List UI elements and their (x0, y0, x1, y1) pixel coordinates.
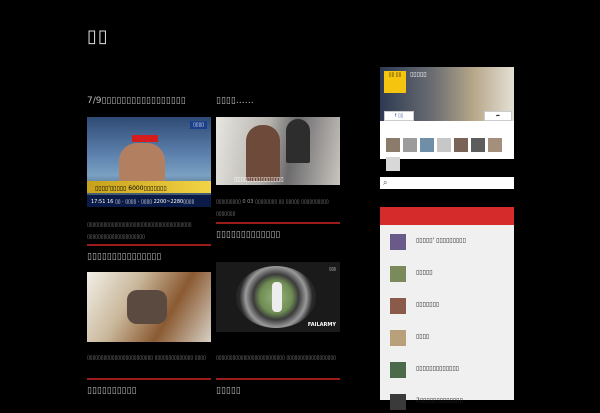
site-title[interactable]: ▯▯ (87, 26, 109, 47)
popular-post-item[interactable]: ▯▯▯▯▯▯▯ (386, 295, 510, 317)
post-title[interactable]: 7/9▯▯▯▯▯▯▯▯▯▯▯▯▯▯▯▯▯ (87, 96, 211, 106)
popular-post-thumbnail[interactable] (390, 362, 406, 378)
post-divider (216, 222, 340, 224)
post-title[interactable]: ▯▯▯▯▯▯▯▯▯▯ (87, 386, 211, 396)
popular-post-item[interactable]: ▯▯▯▯▯▯▯▯▯▯▯▯▯ (386, 359, 510, 381)
search-input[interactable]: ⌕ (380, 177, 514, 189)
post-thumbnail[interactable]: ▯▯▯▯▯▯▯▯▯▯▯▯▯▯▯ (216, 117, 340, 185)
post-divider (87, 244, 211, 246)
post-divider (216, 378, 340, 380)
post-thumbnail[interactable] (87, 272, 211, 342)
popular-post-thumbnail[interactable] (390, 330, 406, 346)
avatar[interactable] (386, 138, 400, 152)
video-caption: ▯▯▯▯▯▯▯▯▯▯▯▯▯▯▯ (234, 176, 284, 183)
news-banner-text: ▯▯▯▯'▯▯▯▯▯ 6000▯▯▯▯▯▯▯ (95, 185, 167, 192)
post-excerpt: ▯▯▯▯▯▯▯▯▯▯▯▯▯▯▯▯▯▯▯▯▯▯▯▯▯ ▯▯▯▯▯▯▯▯▯▯▯▯▯▯… (216, 355, 336, 361)
post-title[interactable]: ▯▯▯▯…… (216, 96, 340, 106)
avatar[interactable] (386, 157, 400, 171)
facebook-page-widget[interactable]: ▯▯ ▯▯ ▯▯▯▯▯ f ▯▯ ➦ (380, 67, 514, 171)
popular-post-thumbnail[interactable] (390, 394, 406, 410)
page-logo: ▯▯ ▯▯ (384, 71, 406, 93)
popular-post-title[interactable]: ▯▯▯▯▯ (416, 269, 433, 276)
popular-post-title[interactable]: ▯▯▯▯▯▯▯ (416, 301, 439, 308)
popular-post-title[interactable]: ▯▯▯▯▯▯▯▯▯▯▯▯▯ (416, 365, 459, 372)
headband-shape (132, 135, 158, 142)
person-figure (286, 119, 310, 163)
post-thumbnail[interactable]: ▯▯▯ FAILARMY (216, 262, 340, 332)
popular-post-item[interactable]: ▯▯▯▯ (386, 327, 510, 349)
popular-post-thumbnail[interactable] (390, 234, 406, 250)
post-thumbnail[interactable]: ▯▯▯▯ ▯▯▯▯'▯▯▯▯▯ 6000▯▯▯▯▯▯▯ 17:51 16 ▯▯ … (87, 117, 211, 207)
avatar[interactable] (471, 138, 485, 152)
post-excerpt: ▯▯▯▯▯▯▯▯▯ 0 03 ▯▯▯▯▯▯▯▯ ▯▯ ▯▯▯▯▯ ▯▯▯▯▯▯▯… (216, 199, 329, 217)
post-excerpt: ▯▯▯▯▯▯▯▯▯▯▯▯▯▯▯▯▯▯▯▯▯▯▯▯▯▯▯▯▯▯▯▯▯▯▯▯▯▯ ▯… (87, 222, 192, 240)
brand-watermark: FAILARMY (307, 322, 336, 328)
post-title[interactable]: ▯▯▯▯▯▯▯▯▯▯▯▯▯ (216, 230, 340, 240)
facebook-fans-list (386, 137, 514, 175)
avatar[interactable] (403, 138, 417, 152)
avatar[interactable] (420, 138, 434, 152)
facebook-like-button[interactable]: f ▯▯ (384, 111, 414, 121)
popular-post-thumbnail[interactable] (390, 266, 406, 282)
person-figure (246, 125, 280, 181)
popular-post-thumbnail[interactable] (390, 298, 406, 314)
popular-post-title[interactable]: 2▯▯▯▯▯▯▯▯▯▯▯▯▯ (416, 397, 463, 404)
search-icon: ⌕ (383, 178, 388, 187)
avatar[interactable] (437, 138, 451, 152)
popular-post-title[interactable]: ▯▯▯▯ (416, 333, 429, 340)
popular-post-item[interactable]: ▯▯▯▯▯' ▯▯▯▯▯▯▯▯▯ (386, 231, 510, 253)
avatar[interactable] (454, 138, 468, 152)
rec-label: ▯▯▯ (329, 266, 336, 271)
news-ticker-text: 17:51 16 ▯▯ · ▯▯▯▯ · ▯▯▯▯ 2200~2280▯▯▯▯ (91, 199, 195, 205)
popular-post-title[interactable]: ▯▯▯▯▯' ▯▯▯▯▯▯▯▯▯ (416, 237, 466, 244)
popular-posts-header (380, 207, 514, 225)
post-title[interactable]: ▯▯▯▯▯ (216, 386, 340, 396)
avatar[interactable] (488, 138, 502, 152)
popular-post-item[interactable]: ▯▯▯▯▯ (386, 263, 510, 285)
post-excerpt: ▯▯▯▯▯▯▯▯▯▯▯▯▯▯▯▯▯▯▯▯▯▯▯▯ ▯▯▯▯▯▯▯▯▯▯▯▯▯▯ … (87, 355, 206, 361)
post-title[interactable]: ▯▯▯▯▯▯▯▯▯▯▯▯▯▯▯ (87, 252, 211, 262)
channel-logo: ▯▯▯▯ (189, 121, 207, 129)
share-icon[interactable]: ➦ (484, 111, 512, 121)
post-divider (87, 378, 211, 380)
popular-post-item[interactable]: 2▯▯▯▯▯▯▯▯▯▯▯▯▯ (386, 391, 510, 413)
person-figure (127, 290, 167, 324)
facebook-page-name[interactable]: ▯▯▯▯▯ (410, 71, 427, 78)
popular-posts-widget: ▯▯▯▯▯' ▯▯▯▯▯▯▯▯▯ ▯▯▯▯▯ ▯▯▯▯▯▯▯ ▯▯▯▯ ▯▯▯▯▯▯▯▯… (380, 207, 514, 410)
person-figure (272, 282, 282, 312)
